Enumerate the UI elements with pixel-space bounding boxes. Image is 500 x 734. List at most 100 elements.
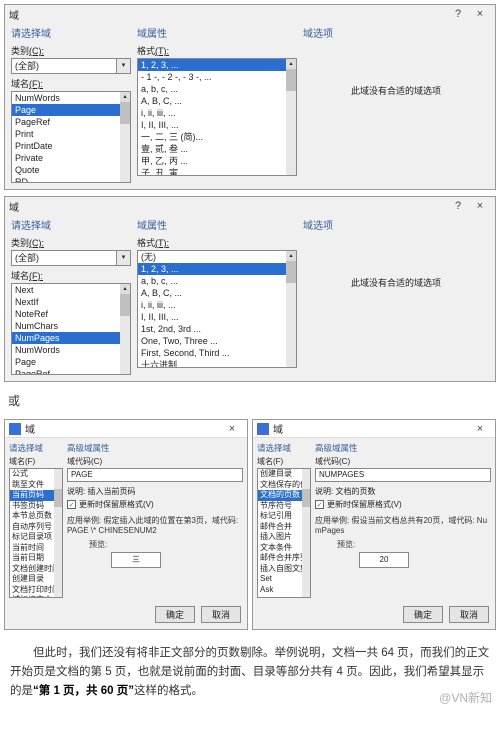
or-separator: 或 xyxy=(8,392,492,409)
help-button[interactable]: ? xyxy=(447,200,469,212)
category-value: (全部) xyxy=(11,250,117,266)
list-item[interactable]: NextIf xyxy=(12,296,130,308)
code-label: 域代码(C) xyxy=(67,456,243,467)
dialog-title: 域 xyxy=(25,421,221,436)
list-item[interactable]: 1, 2, 3, ... xyxy=(138,59,296,71)
field-dialog-page: 域 ? × 请选择域 类别(C): (全部) ▾ 域名(F): NumWords… xyxy=(4,4,496,190)
dialog-title: 域 xyxy=(273,421,469,436)
list-item[interactable]: NumWords xyxy=(12,344,130,356)
list-item[interactable]: (无) xyxy=(138,251,296,263)
section-options: 域选项 xyxy=(303,25,489,40)
scrollbar[interactable]: ▴ xyxy=(120,284,130,374)
list-item[interactable]: 十六进制 ... xyxy=(138,359,296,368)
scrollbar[interactable]: ▴ xyxy=(120,92,130,182)
fieldname-label: 域名(F): xyxy=(11,77,131,90)
list-item[interactable]: PageRef xyxy=(12,116,130,128)
scrollbar[interactable]: ▴ xyxy=(286,251,296,367)
scrollbar[interactable] xyxy=(302,469,310,597)
chevron-down-icon[interactable]: ▾ xyxy=(117,250,131,266)
list-item[interactable]: One, Two, Three ... xyxy=(138,335,296,347)
list-item[interactable]: NoteRef xyxy=(12,308,130,320)
list-item[interactable]: First, Second, Third ... xyxy=(138,347,296,359)
list-item[interactable]: Page xyxy=(12,356,130,368)
list-item[interactable]: NumPages xyxy=(12,332,130,344)
desc-text: 说明: 插入当前页码 xyxy=(67,486,243,497)
list-item[interactable]: a, b, c, ... xyxy=(138,83,296,95)
ok-button[interactable]: 确定 xyxy=(403,606,443,623)
list-item[interactable]: 1, 2, 3, ... xyxy=(138,263,296,275)
preserve-checkbox[interactable]: ✓ 更新时保留原格式(V) xyxy=(315,499,491,510)
format-label: 格式(T): xyxy=(137,44,297,57)
format-label: 格式(T): xyxy=(137,236,297,249)
list-item[interactable]: RD xyxy=(12,176,130,183)
list-item[interactable]: Quote xyxy=(12,164,130,176)
preview-label: 预览: xyxy=(315,539,491,550)
list-item[interactable]: PageRef xyxy=(12,368,130,375)
list-item[interactable]: A, B, C, ... xyxy=(138,287,296,299)
section-advanced: 高级域属性 xyxy=(67,442,243,454)
help-button[interactable]: ? xyxy=(447,8,469,20)
list-item[interactable]: 1st, 2nd, 3rd ... xyxy=(138,323,296,335)
list-item[interactable]: NumChars xyxy=(12,320,130,332)
format-list[interactable]: 1, 2, 3, ...- 1 -, - 2 -, - 3 -, ...a, b… xyxy=(137,58,297,176)
example-text: 应用举例: 假设当前文档总共有20页，域代码: NumPages xyxy=(315,516,491,537)
close-button[interactable]: × xyxy=(469,8,491,20)
preview-label: 预览: xyxy=(67,539,243,550)
fieldname-list[interactable]: 公式跳至文件当前页码书签页码本节总页数自动序列号标记目录项当前时间当前日期文档创… xyxy=(9,468,63,598)
chevron-down-icon[interactable]: ▾ xyxy=(117,58,131,74)
scrollbar[interactable] xyxy=(54,469,62,597)
category-label: 类别(C): xyxy=(11,44,131,57)
list-item[interactable]: - 1 -, - 2 -, - 3 -, ... xyxy=(138,71,296,83)
category-combo[interactable]: (全部) ▾ xyxy=(11,58,131,74)
code-label: 域代码(C) xyxy=(315,456,491,467)
titlebar: 域 ? × xyxy=(5,5,495,23)
section-properties: 域属性 xyxy=(137,217,297,232)
fieldname-list[interactable]: NextNextIfNoteRefNumCharsNumPagesNumWord… xyxy=(11,283,131,375)
list-item[interactable]: Print xyxy=(12,128,130,140)
category-value: (全部) xyxy=(11,58,117,74)
list-item[interactable]: a, b, c, ... xyxy=(138,275,296,287)
checkbox-icon: ✓ xyxy=(67,500,76,509)
list-item[interactable]: PrintDate xyxy=(12,140,130,152)
close-button[interactable]: × xyxy=(469,200,491,212)
field-dialog-wps-numpages: 域 × 请选择域 域名(F) 创建目录文档保存的值文档的页数节序符号标记引用邮件… xyxy=(252,419,496,630)
fieldname-list[interactable]: 创建目录文档保存的值文档的页数节序符号标记引用邮件合并插入图片文本条件邮件合并序… xyxy=(257,468,311,598)
desc-text: 说明: 文档的页数 xyxy=(315,486,491,497)
titlebar: 域 × xyxy=(5,420,247,438)
list-item[interactable]: 一, 二, 三 (简)... xyxy=(138,131,296,143)
list-item[interactable]: i, ii, iii, ... xyxy=(138,107,296,119)
cancel-button[interactable]: 取消 xyxy=(201,606,241,623)
preview-box: 三 xyxy=(111,552,161,568)
list-item[interactable]: I, II, III, ... xyxy=(138,119,296,131)
ok-button[interactable]: 确定 xyxy=(155,606,195,623)
list-item[interactable]: Next xyxy=(12,284,130,296)
preview-box: 20 xyxy=(359,552,409,568)
close-button[interactable]: × xyxy=(469,423,491,435)
code-input[interactable]: NUMPAGES xyxy=(315,468,491,482)
section-select-field: 请选择域 xyxy=(9,442,63,454)
list-item[interactable]: NumWords xyxy=(12,92,130,104)
list-item[interactable]: I, II, III, ... xyxy=(138,311,296,323)
explanation-paragraph: 但此时，我们还没有将非正文部分的页数剔除。举例说明，文档一共 64 页，而我们的… xyxy=(10,644,490,701)
field-dialog-wps-page: 域 × 请选择域 域名(F) 公式跳至文件当前页码书签页码本节总页数自动序列号标… xyxy=(4,419,248,630)
cancel-button[interactable]: 取消 xyxy=(449,606,489,623)
preserve-checkbox[interactable]: ✓ 更新时保留原格式(V) xyxy=(67,499,243,510)
list-item[interactable]: 甲, 乙, 丙 ... xyxy=(138,155,296,167)
list-item[interactable]: Private xyxy=(12,152,130,164)
format-list[interactable]: (无)1, 2, 3, ...a, b, c, ...A, B, C, ...i… xyxy=(137,250,297,368)
no-options-text: 此域没有合适的域选项 xyxy=(303,44,489,97)
scrollbar[interactable]: ▴ xyxy=(286,59,296,175)
example-text: 应用举例: 假定插入此域的位置在第3页，域代码: PAGE \* CHINESE… xyxy=(67,516,243,537)
list-item[interactable]: 壹, 贰, 叁 ... xyxy=(138,143,296,155)
section-select-field: 请选择域 xyxy=(11,25,131,40)
close-button[interactable]: × xyxy=(221,423,243,435)
app-icon xyxy=(257,423,269,435)
dialog-title: 域 xyxy=(9,7,447,22)
fieldname-list[interactable]: NumWordsPagePageRefPrintPrintDatePrivate… xyxy=(11,91,131,183)
list-item[interactable]: Page xyxy=(12,104,130,116)
list-item[interactable]: 子, 丑, 寅 ... xyxy=(138,167,296,176)
list-item[interactable]: A, B, C, ... xyxy=(138,95,296,107)
list-item[interactable]: i, ii, iii, ... xyxy=(138,299,296,311)
code-input[interactable]: PAGE xyxy=(67,468,243,482)
category-combo[interactable]: (全部) ▾ xyxy=(11,250,131,266)
